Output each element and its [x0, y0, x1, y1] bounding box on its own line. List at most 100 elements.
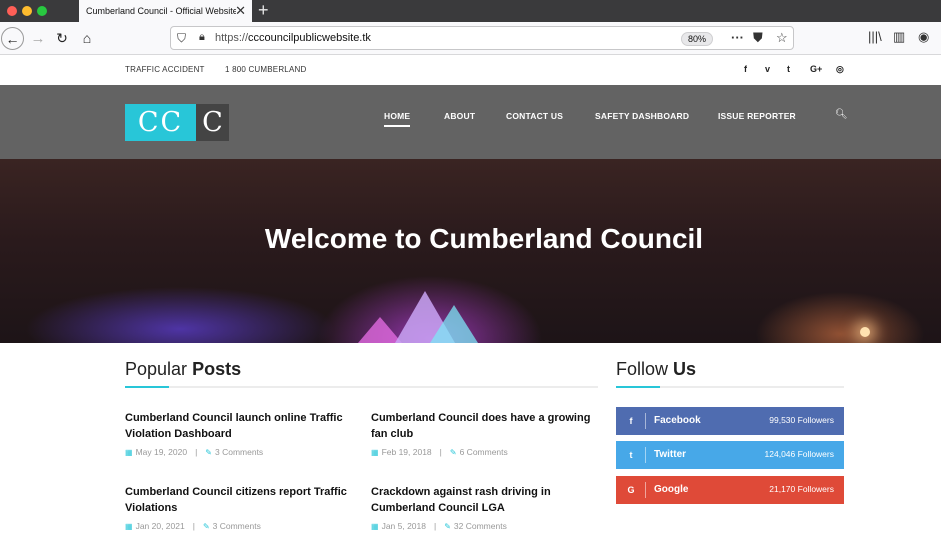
nav-safety-dashboard[interactable]: SAFETY DASHBOARD	[595, 111, 689, 121]
follower-count: 21,170 Followers	[769, 484, 834, 494]
close-tab-icon[interactable]: ✕	[235, 3, 246, 19]
follow-us-heading: Follow Us	[616, 359, 696, 380]
zoom-indicator[interactable]: 80%	[681, 32, 714, 46]
reload-button[interactable]: ↻	[51, 27, 73, 49]
post-item: Crackdown against rash driving in Cumber…	[371, 484, 606, 531]
tab-title: Cumberland Council - Official Website	[86, 6, 236, 16]
nav-home[interactable]: HOME	[384, 111, 410, 121]
post-title-link[interactable]: Cumberland Council launch online Traffic…	[125, 410, 360, 442]
site-header: CC C HOME ABOUT CONTACT US SAFETY DASHBO…	[0, 85, 941, 159]
divider-accent	[616, 386, 660, 388]
new-tab-button[interactable]: +	[258, 1, 269, 19]
post-item: Cumberland Council does have a growing f…	[371, 410, 606, 457]
google-icon: G	[627, 485, 635, 495]
url-protocol: https://	[215, 32, 249, 44]
traffic-accident-link[interactable]: TRAFFIC ACCIDENT	[125, 65, 205, 74]
post-title-link[interactable]: Cumberland Council citizens report Traff…	[125, 484, 360, 516]
google-plus-icon[interactable]: G+	[810, 64, 822, 74]
close-window-button[interactable]	[7, 6, 17, 16]
follower-count: 124,046 Followers	[764, 449, 834, 459]
active-nav-underline	[384, 125, 410, 127]
comment-icon: ✎	[205, 447, 212, 457]
facebook-icon: f	[629, 416, 633, 426]
network-name: Twitter	[654, 449, 687, 460]
post-comments-link[interactable]: 3 Comments	[213, 521, 261, 531]
back-button[interactable]: ←	[1, 27, 24, 50]
tracking-shield-icon[interactable]: ⛉	[177, 31, 186, 46]
calendar-icon: ▦	[371, 521, 379, 531]
vimeo-icon[interactable]: v	[765, 64, 770, 74]
facebook-icon[interactable]: f	[744, 64, 747, 74]
heading-bold: Us	[673, 359, 697, 379]
search-icon[interactable]: 🔍︎	[835, 109, 848, 120]
website: TRAFFIC ACCIDENT 1 800 CUMBERLAND f v t …	[0, 56, 941, 547]
heading-light: Follow	[616, 359, 669, 379]
post-title-link[interactable]: Crackdown against rash driving in Cumber…	[371, 484, 606, 516]
twitter-icon: t	[629, 450, 633, 460]
comment-icon: ✎	[202, 521, 210, 531]
popular-posts-heading: Popular Posts	[125, 359, 241, 380]
section-divider	[125, 386, 598, 388]
page-actions-icon[interactable]: ···	[731, 30, 744, 45]
section-divider	[616, 386, 844, 388]
site-logo[interactable]: CC C	[125, 104, 229, 141]
main-content: Popular Posts Cumberland Council launch …	[0, 343, 941, 547]
hero-image-light	[860, 327, 870, 337]
google-follow-button[interactable]: G Google 21,170 Followers	[616, 476, 844, 504]
lock-icon[interactable]: 🔒︎	[199, 31, 205, 44]
button-divider	[645, 447, 646, 463]
post-meta: ▦ Jan 20, 2021 | ✎ 3 Comments	[125, 521, 360, 531]
address-bar[interactable]: ⛉ 🔒︎ https://cccouncilpublicwebsite.tk 8…	[170, 26, 794, 50]
library-icon[interactable]: |||\	[868, 29, 882, 44]
calendar-icon: ▦	[371, 447, 379, 457]
post-comments-link[interactable]: 3 Comments	[215, 447, 263, 457]
account-icon[interactable]: ◉	[918, 29, 929, 45]
post-title-link[interactable]: Cumberland Council does have a growing f…	[371, 410, 606, 442]
button-divider	[645, 482, 646, 498]
comment-icon: ✎	[444, 521, 451, 531]
post-comments-link[interactable]: 6 Comments	[460, 447, 508, 457]
url-host: cccouncilpublicwebsite.tk	[248, 32, 371, 44]
maximize-window-button[interactable]	[37, 6, 47, 16]
twitter-follow-button[interactable]: t Twitter 124,046 Followers	[616, 441, 844, 469]
nav-contact-us[interactable]: CONTACT US	[506, 111, 563, 121]
meta-separator: |	[439, 447, 442, 457]
forward-button[interactable]: →	[27, 27, 49, 49]
logo-right: C	[196, 104, 229, 141]
top-info-bar: TRAFFIC ACCIDENT 1 800 CUMBERLAND f v t …	[0, 56, 941, 85]
post-meta: ▦ Jan 5, 2018 | ✎ 32 Comments	[371, 521, 606, 531]
calendar-icon: ▦	[125, 521, 133, 531]
post-item: Cumberland Council launch online Traffic…	[125, 410, 360, 457]
nav-issue-reporter[interactable]: ISSUE REPORTER	[718, 111, 796, 121]
comment-icon: ✎	[449, 447, 457, 457]
network-name: Facebook	[654, 415, 701, 426]
nav-about[interactable]: ABOUT	[444, 111, 475, 121]
home-button[interactable]: ⌂	[76, 27, 98, 49]
url-text[interactable]: https://cccouncilpublicwebsite.tk	[215, 32, 371, 44]
facebook-follow-button[interactable]: f Facebook 99,530 Followers	[616, 407, 844, 435]
meta-separator: |	[434, 521, 437, 531]
post-date: Jan 5, 2018	[381, 521, 426, 531]
meta-separator: |	[192, 521, 195, 531]
bookmark-star-icon[interactable]: ☆	[776, 30, 788, 46]
pocket-icon[interactable]: ⛊	[753, 30, 763, 46]
instagram-icon[interactable]: ◎	[836, 64, 844, 75]
browser-toolbar: ← → ↻ ⌂ ⛉ 🔒︎ https://cccouncilpublicwebs…	[0, 22, 941, 55]
minimize-window-button[interactable]	[22, 6, 32, 16]
browser-tab[interactable]: Cumberland Council - Official Website ✕	[79, 0, 252, 22]
browser-tab-bar: Cumberland Council - Official Website ✕ …	[0, 0, 941, 22]
sidebar-icon[interactable]: ▥	[893, 29, 905, 45]
hero-image-sail	[430, 305, 478, 343]
post-comments-link[interactable]: 32 Comments	[454, 521, 507, 531]
twitter-icon[interactable]: t	[787, 64, 790, 74]
post-date: Jan 20, 2021	[135, 521, 185, 531]
post-meta: ▦ Feb 19, 2018 | ✎ 6 Comments	[371, 447, 606, 457]
post-meta: ▦ May 19, 2020 | ✎ 3 Comments	[125, 447, 360, 457]
meta-separator: |	[195, 447, 198, 457]
post-date: May 19, 2020	[135, 447, 188, 457]
network-name: Google	[654, 484, 689, 495]
phone-number[interactable]: 1 800 CUMBERLAND	[225, 65, 306, 74]
follower-count: 99,530 Followers	[769, 415, 834, 425]
hero-title: Welcome to Cumberland Council	[264, 223, 704, 254]
divider-accent	[125, 386, 169, 388]
